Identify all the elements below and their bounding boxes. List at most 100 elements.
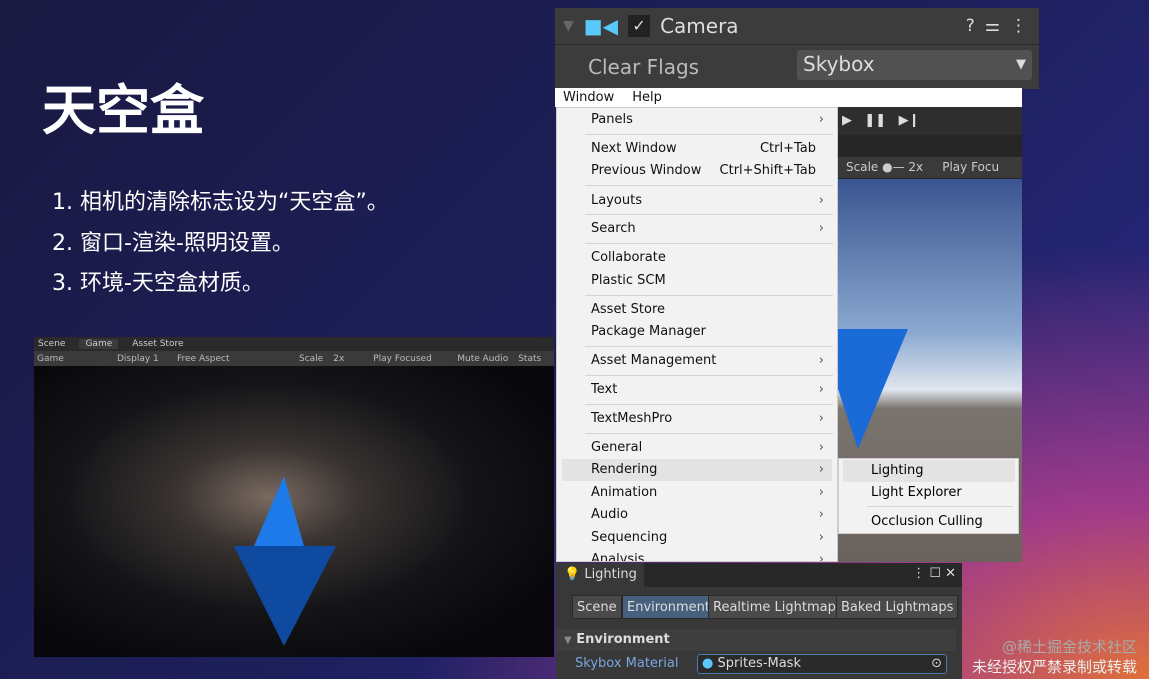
- display-dropdown[interactable]: Display 1: [117, 354, 167, 364]
- tab-baked-lightmaps[interactable]: Baked Lightmaps: [836, 595, 959, 619]
- tab-environment[interactable]: Environment: [622, 595, 716, 619]
- mute-audio-button[interactable]: Mute Audio: [457, 354, 508, 364]
- menu-separator: [585, 243, 833, 244]
- shortcut-label: Ctrl+Tab: [759, 141, 816, 156]
- chevron-right-icon: ›: [818, 221, 824, 236]
- menu-item-text[interactable]: Text ›: [562, 379, 832, 401]
- menu-separator: [585, 185, 833, 186]
- chevron-right-icon: ›: [818, 382, 824, 397]
- submenu-occlusion-culling[interactable]: Occlusion Culling: [843, 511, 1015, 533]
- chevron-right-icon: ›: [818, 440, 824, 455]
- tab-scene[interactable]: Scene: [38, 339, 65, 349]
- play-focused-dropdown[interactable]: Play Focused: [373, 354, 447, 364]
- tab-asset-store[interactable]: Asset Store: [132, 339, 183, 349]
- scale-value[interactable]: 2x: [333, 354, 363, 364]
- menu-item-label: Animation: [591, 485, 658, 500]
- step-2: 2. 窗口-渲染-照明设置。: [52, 231, 294, 256]
- menu-item-label: Sequencing: [591, 530, 668, 545]
- menu-item-label: Plastic SCM: [591, 273, 666, 288]
- menu-help[interactable]: Help: [632, 90, 662, 105]
- rendering-submenu: Lighting Light Explorer Occlusion Cullin…: [838, 458, 1019, 534]
- scale-label: Scale: [846, 160, 879, 174]
- menu-item-sequencing[interactable]: Sequencing ›: [562, 527, 832, 549]
- menu-item-label: General: [591, 440, 643, 455]
- menu-item-collaborate[interactable]: Collaborate: [562, 247, 832, 269]
- skybox-material-value: Sprites-Mask: [717, 656, 801, 671]
- presets-icon[interactable]: ⚌: [985, 16, 1000, 36]
- menu-item-general[interactable]: General ›: [562, 437, 832, 459]
- clear-flags-label: Clear Flags: [588, 55, 700, 79]
- menu-item-animation[interactable]: Animation ›: [562, 482, 832, 504]
- tab-game[interactable]: Game: [79, 339, 119, 349]
- menu-item-label: Previous Window: [591, 163, 702, 178]
- shortcut-label: Ctrl+Shift+Tab: [719, 163, 816, 178]
- enabled-checkbox[interactable]: ✓: [628, 15, 651, 37]
- submenu-light-explorer[interactable]: Light Explorer: [843, 482, 1015, 504]
- chevron-right-icon: ›: [818, 552, 824, 562]
- tab-realtime-lightmaps[interactable]: Realtime Lightmaps: [708, 595, 848, 619]
- menu-item-asset-management[interactable]: Asset Management ›: [562, 350, 832, 372]
- play-controls[interactable]: ▶ ❚❚ ▶❙: [838, 107, 1022, 135]
- lighting-title[interactable]: Lighting: [584, 567, 637, 582]
- play-focused[interactable]: Play Focu: [942, 160, 999, 174]
- menu-separator: [585, 433, 833, 434]
- foldout-icon[interactable]: ▼: [564, 635, 572, 646]
- scale-label: Scale: [299, 353, 324, 364]
- more-icon[interactable]: ⋮: [1010, 16, 1027, 36]
- section-title: Environment: [576, 632, 670, 647]
- menu-window[interactable]: Window: [563, 90, 614, 105]
- menu-item-plastic-scm[interactable]: Plastic SCM: [562, 270, 832, 292]
- menu-item-layouts[interactable]: Layouts ›: [562, 190, 832, 212]
- camera-inspector: ▼ ■◀ ✓ Camera ? ⚌ ⋮ Clear Flags Skybox ▼: [555, 8, 1039, 89]
- chevron-right-icon: ›: [818, 507, 824, 522]
- chevron-right-icon: ›: [818, 530, 824, 545]
- aspect-dropdown[interactable]: Free Aspect: [177, 354, 289, 364]
- window-controls-icon[interactable]: ⋮ ☐ ✕: [912, 566, 956, 581]
- watermark-line-2: 未经授权严禁录制或转载: [971, 658, 1137, 676]
- diamond-shape: [838, 329, 908, 449]
- menu-separator: [585, 346, 833, 347]
- object-picker-icon[interactable]: ⊙: [931, 655, 942, 673]
- clear-flags-dropdown[interactable]: Skybox ▼: [797, 50, 1032, 80]
- menu-separator: [585, 214, 833, 215]
- tab-scene[interactable]: Scene: [572, 595, 622, 619]
- menu-item-label: TextMeshPro: [591, 411, 673, 426]
- menu-separator: [585, 375, 833, 376]
- menu-item-label: Search: [591, 221, 636, 236]
- window-menu: Panels › Next Window Ctrl+Tab Previous Windo…: [556, 107, 838, 562]
- menu-item-textmeshpro[interactable]: TextMeshPro ›: [562, 408, 832, 430]
- menu-item-analysis[interactable]: Analysis ›: [562, 549, 832, 562]
- component-title: Camera: [660, 14, 739, 38]
- chevron-down-icon: ▼: [1016, 57, 1026, 72]
- menu-item-label: Next Window: [591, 141, 677, 156]
- menu-item-search[interactable]: Search ›: [562, 218, 832, 240]
- material-icon: ●: [702, 656, 714, 671]
- camera-icon: ■◀: [583, 14, 619, 38]
- menu-item-next-window[interactable]: Next Window Ctrl+Tab: [562, 138, 832, 160]
- watermark-line-1: @稀土掘金技术社区: [1001, 638, 1137, 656]
- chevron-right-icon: ›: [818, 112, 824, 127]
- menu-item-audio[interactable]: Audio ›: [562, 504, 832, 526]
- submenu-lighting[interactable]: Lighting: [843, 460, 1015, 482]
- slide-title: 天空盒: [42, 79, 204, 142]
- menu-item-panels[interactable]: Panels ›: [562, 109, 832, 131]
- menu-item-previous-window[interactable]: Previous Window Ctrl+Shift+Tab: [562, 160, 832, 182]
- menu-item-label: Panels: [591, 112, 633, 127]
- menu-item-package-manager[interactable]: Package Manager: [562, 321, 832, 343]
- skybox-material-field[interactable]: ● Sprites-Mask ⊙: [697, 654, 947, 674]
- stats-button[interactable]: Stats: [518, 354, 541, 364]
- menu-item-rendering[interactable]: Rendering ›: [562, 459, 832, 481]
- menu-item-label: Collaborate: [591, 250, 666, 265]
- game-dropdown[interactable]: Game: [37, 354, 107, 364]
- diamond-top: [254, 476, 304, 546]
- bulb-icon: 💡: [564, 567, 581, 582]
- chevron-right-icon: ›: [818, 353, 824, 368]
- menu-item-label: Rendering: [591, 462, 658, 477]
- diamond-bottom: [234, 546, 336, 646]
- help-icon[interactable]: ?: [966, 16, 975, 36]
- game-view-screenshot: Scene Game Asset Store Game Display 1 Fr…: [34, 337, 554, 657]
- menu-item-asset-store[interactable]: Asset Store: [562, 299, 832, 321]
- menu-item-label: Asset Management: [591, 353, 717, 368]
- menu-item-label: Layouts: [591, 193, 642, 208]
- foldout-icon[interactable]: ▼: [563, 18, 574, 34]
